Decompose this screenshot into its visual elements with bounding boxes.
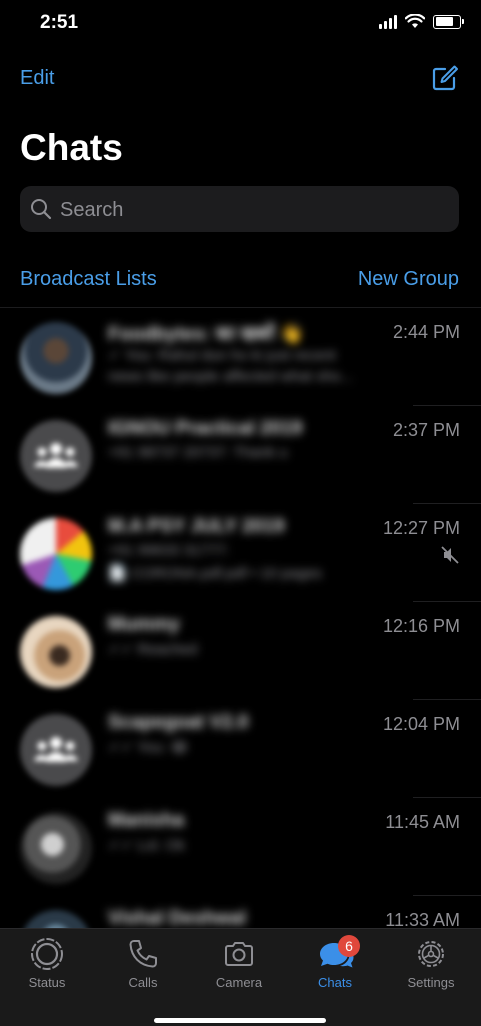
chat-time: 2:37 PM (392, 420, 460, 440)
avatar (20, 616, 92, 688)
chat-message-line2: 📄 CORONA.pdf.pdf • 10 pages (108, 565, 323, 582)
chat-message: +91 98737 20737: Thank u (108, 444, 288, 461)
chat-name: M.A PSY JULY 2019 (108, 516, 285, 537)
chat-time: 12:04 PM (382, 714, 460, 734)
chat-name: Manisha (108, 810, 185, 831)
chat-name: Vishal Deshwal (108, 908, 246, 928)
battery-icon (433, 14, 464, 29)
tab-status[interactable]: Status (7, 937, 87, 990)
group-icon (34, 737, 78, 762)
wifi-icon (405, 14, 425, 28)
new-group-link[interactable]: New Group (358, 268, 459, 291)
gear-icon (418, 941, 444, 967)
group-avatar (20, 420, 92, 492)
search-bar[interactable] (20, 186, 459, 234)
tab-label: Camera (215, 975, 263, 990)
chat-row-mummy[interactable]: Mummy ✓✓ Reached 12:16 PM (0, 602, 481, 700)
chat-row-ignou[interactable]: IGNOU Practical 2019 +91 98737 20737: Th… (0, 406, 481, 504)
page-title: Chats (20, 127, 123, 168)
chat-name: Foodbytes: का खबरें 👋 (108, 324, 304, 345)
chat-message: ✓✓ Lol. Ok (108, 837, 185, 854)
phone-icon (129, 940, 157, 968)
chat-time: 11:33 AM (385, 910, 460, 928)
avatar (20, 812, 92, 884)
tab-label: Status (28, 975, 66, 990)
compose-icon[interactable] (431, 64, 459, 92)
tab-calls[interactable]: Calls (103, 937, 183, 990)
home-indicator (154, 1018, 326, 1023)
tab-camera[interactable]: Camera (199, 937, 279, 990)
status-icons (379, 14, 464, 29)
chat-list: Foodbytes: का खबरें 👋 ✓ You: Rahul dun h… (0, 308, 481, 928)
chat-message-line2 (108, 662, 413, 684)
chat-message: ✓✓ You: 😂 (108, 739, 189, 756)
status-time: 2:51 (40, 12, 79, 33)
camera-icon (225, 942, 253, 966)
tab-settings[interactable]: Settings (391, 937, 471, 990)
chat-message: ✓✓ Reached (108, 641, 198, 658)
avatar (20, 910, 92, 928)
avatar (20, 518, 92, 590)
chat-preview: M.A PSY JULY 2019 +91 99633 31777: 📄 COR… (108, 516, 413, 586)
status-icon (31, 938, 63, 970)
avatar (20, 322, 92, 394)
group-icon (34, 443, 78, 468)
chat-message-line2 (108, 760, 413, 782)
chat-row-scapegoat[interactable]: Scapegoat V2.0 ✓✓ You: 😂 12:04 PM (0, 700, 481, 798)
chat-preview: Scapegoat V2.0 ✓✓ You: 😂 (108, 712, 413, 782)
chat-time: 11:45 AM (385, 812, 460, 832)
search-input[interactable] (58, 186, 452, 234)
chat-message-line2: news like people affected what sho... (108, 368, 353, 385)
chat-name: Scapegoat V2.0 (108, 712, 249, 733)
chat-preview: Foodbytes: का खबरें 👋 ✓ You: Rahul dun h… (108, 320, 413, 390)
edit-button[interactable]: Edit (20, 67, 54, 90)
chat-row-vishal[interactable]: Vishal Deshwal 11:33 AM (0, 896, 481, 928)
chat-message: ✓ You: Rahul dun ho ki just recent (108, 347, 336, 364)
chat-name: Mummy (108, 614, 180, 635)
tab-label: Calls (128, 975, 158, 990)
signal-icon (379, 14, 397, 29)
battery-level (435, 17, 454, 26)
chat-time: 12:16 PM (382, 616, 460, 636)
chat-row-foodbytes[interactable]: Foodbytes: का खबरें 👋 ✓ You: Rahul dun h… (0, 308, 481, 406)
chat-message: +91 99633 31777: (108, 542, 230, 559)
unread-badge: 6 (338, 935, 360, 957)
chat-preview: Manisha ✓✓ Lol. Ok (108, 810, 413, 880)
chat-time: 2:44 PM (392, 322, 460, 342)
search-icon (31, 199, 52, 220)
chat-row-manisha[interactable]: Manisha ✓✓ Lol. Ok 11:45 AM (0, 798, 481, 896)
chat-message-line2 (108, 466, 413, 488)
status-bar: 2:51 (0, 0, 481, 48)
tab-label: Settings (407, 975, 455, 990)
mute-icon (441, 546, 459, 564)
chat-name: IGNOU Practical 2019 (108, 418, 303, 439)
chat-time: 12:27 PM (382, 518, 460, 538)
list-actions: Broadcast Lists New Group (20, 268, 459, 291)
chat-preview: IGNOU Practical 2019 +91 98737 20737: Th… (108, 418, 413, 488)
chat-preview: Mummy ✓✓ Reached (108, 614, 413, 684)
broadcast-lists-link[interactable]: Broadcast Lists (20, 268, 157, 291)
chat-preview: Vishal Deshwal (108, 908, 413, 928)
tab-label: Chats (318, 975, 352, 990)
tab-bar: Status Calls Camera 6 Chats Settings (0, 928, 481, 1026)
tab-chats[interactable]: 6 Chats (295, 935, 375, 990)
group-avatar (20, 714, 92, 786)
chat-row-ma-psy[interactable]: M.A PSY JULY 2019 +91 99633 31777: 📄 COR… (0, 504, 481, 602)
chat-message-line2 (108, 858, 413, 880)
